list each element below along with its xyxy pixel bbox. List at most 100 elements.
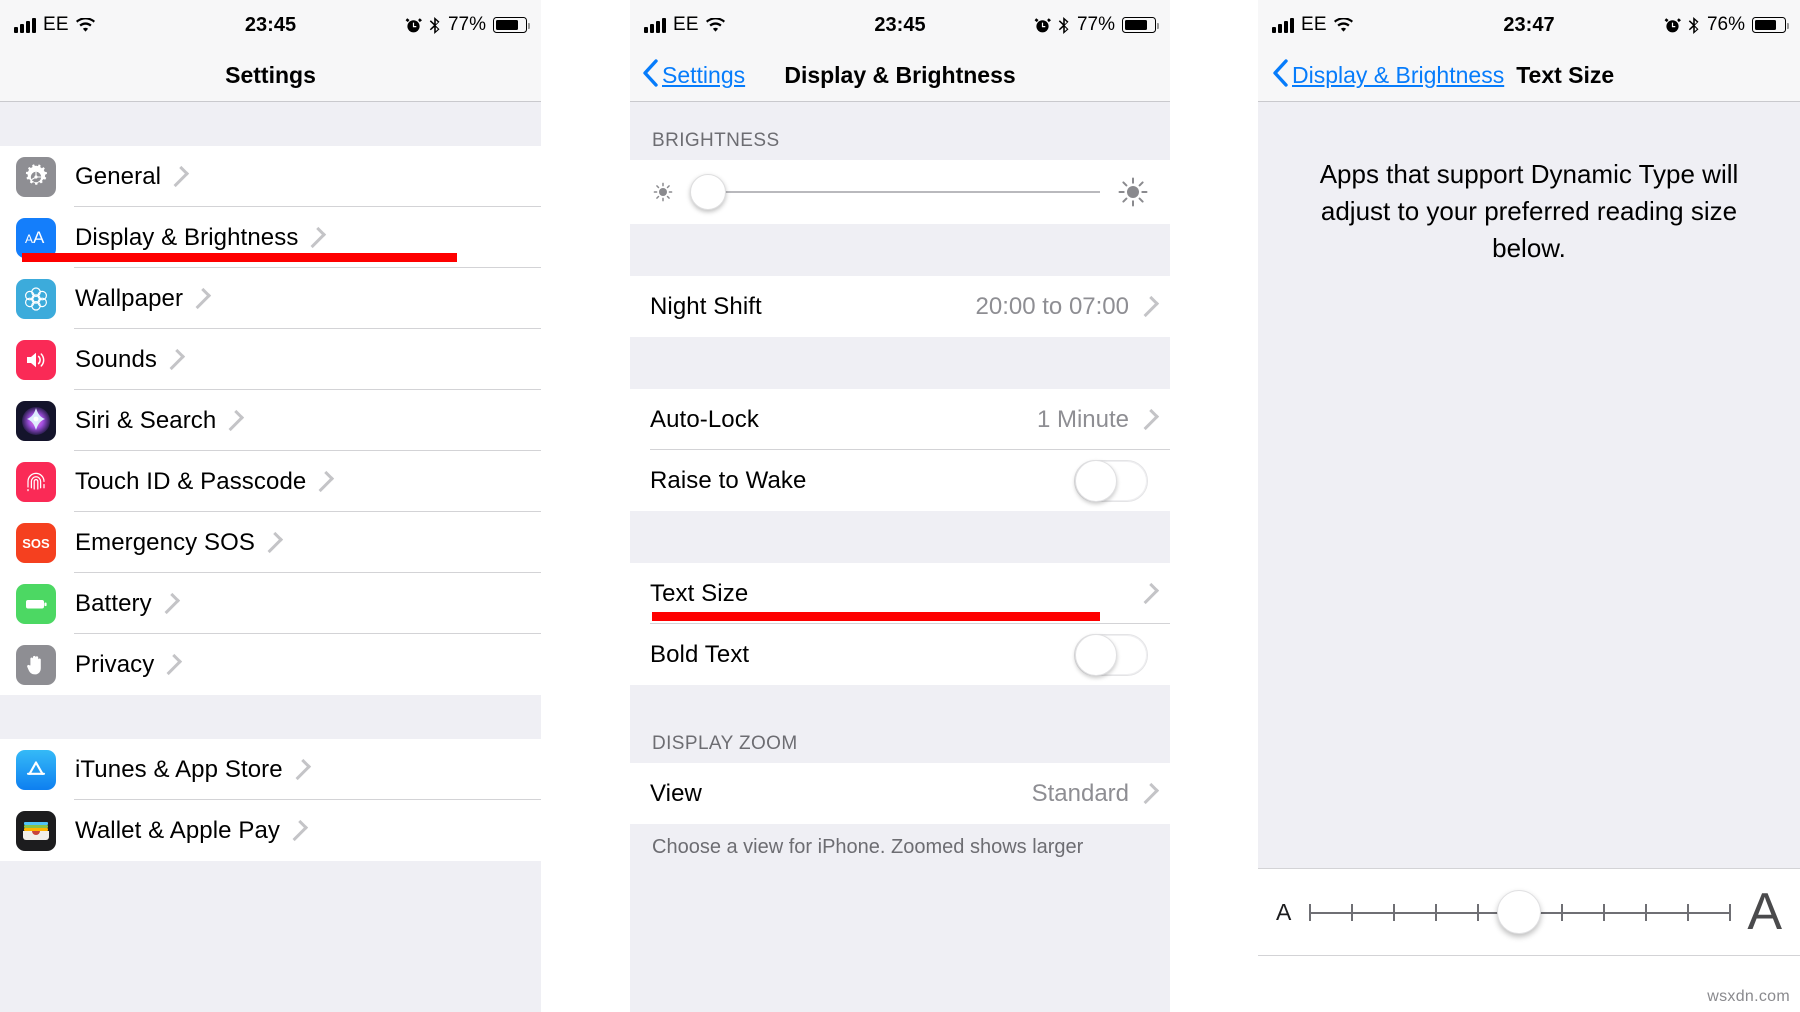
- chevron-right-icon: [286, 819, 309, 842]
- back-button-label: Settings: [662, 62, 746, 88]
- row-label: View: [650, 779, 702, 807]
- row-value: 1 Minute: [1036, 405, 1129, 433]
- carrier-label: EE: [1301, 14, 1327, 35]
- sos-icon: SOS: [16, 522, 56, 563]
- gap-after-raise-to-wake: [630, 511, 1170, 563]
- sidebar-item-siri-search[interactable]: Siri & Search: [0, 390, 541, 451]
- bluetooth-icon: [429, 16, 441, 34]
- iphone-panel-settings: EE 23:45 77% Settings General A A Displa…: [0, 0, 541, 1012]
- highlight-underline-display-brightness: [22, 253, 457, 262]
- text-size-slider-thumb[interactable]: [1497, 890, 1542, 934]
- sun-large-icon: [1116, 175, 1150, 209]
- brightness-group: [630, 160, 1170, 224]
- row-label: Auto-Lock: [650, 405, 759, 433]
- row-view[interactable]: View Standard: [630, 763, 1170, 824]
- display-zoom-footnote-gap: Choose a view for iPhone. Zoomed shows l…: [630, 824, 1170, 884]
- battery-icon: [493, 17, 530, 33]
- row-raise-to-wake[interactable]: Raise to Wake: [630, 450, 1170, 511]
- cellular-signal-icon: [14, 17, 36, 33]
- sidebar-item-battery[interactable]: Battery: [0, 573, 541, 634]
- battery-icon: [1122, 17, 1159, 33]
- sidebar-item-emergency-sos[interactable]: SOS Emergency SOS: [0, 512, 541, 573]
- chevron-left-icon: [1272, 58, 1288, 93]
- sidebar-item-wallet-apple-pay[interactable]: Wallet & Apple Pay: [0, 800, 541, 861]
- sidebar-item-label: Privacy: [75, 650, 155, 678]
- sidebar-item-label: Sounds: [75, 345, 157, 373]
- status-bar: EE 23:45 77%: [630, 0, 1170, 50]
- slider-tick: [1351, 903, 1353, 921]
- iphone-panel-text-size: EE 23:47 76% Display & Brightness Text S…: [1258, 0, 1800, 1012]
- battery-percent-label: 76%: [1706, 14, 1745, 35]
- sidebar-item-touch-id-passcode[interactable]: Touch ID & Passcode: [0, 451, 541, 512]
- sun-small-icon: [650, 179, 676, 205]
- sidebar-item-label: Battery: [75, 589, 152, 617]
- brightness-slider-row[interactable]: [630, 160, 1170, 224]
- large-a-label: A: [1747, 883, 1782, 941]
- page-title: Text Size: [1516, 62, 1615, 88]
- raise-to-wake-toggle[interactable]: [1074, 459, 1148, 502]
- sidebar-item-label: Wallet & Apple Pay: [75, 816, 281, 844]
- nav-inline-group: Display & Brightness Text Size: [1270, 58, 1615, 93]
- slider-tick: [1435, 903, 1437, 921]
- display-settings-list[interactable]: BRIGHTNESS Night Shift 20:00 to 07:00 Au…: [630, 102, 1170, 1012]
- status-bar-left: EE: [644, 14, 725, 36]
- brightness-slider-thumb[interactable]: [690, 174, 727, 210]
- brightness-track[interactable]: [690, 174, 1100, 210]
- wallpaper-icon: [16, 278, 56, 319]
- chevron-right-icon: [163, 348, 186, 371]
- slider-tick: [1561, 903, 1563, 921]
- row-value: 20:00 to 07:00: [975, 292, 1129, 320]
- section-header-display-zoom: DISPLAY ZOOM: [652, 733, 798, 754]
- sidebar-item-label: Siri & Search: [75, 406, 217, 434]
- svg-text:A: A: [25, 232, 33, 246]
- appstore-icon: [16, 749, 56, 790]
- chevron-right-icon: [313, 470, 335, 493]
- row-bold-text[interactable]: Bold Text: [630, 624, 1170, 685]
- sidebar-item-label: Touch ID & Passcode: [75, 467, 307, 495]
- chevron-right-icon: [167, 165, 190, 188]
- text-size-track[interactable]: [1309, 890, 1731, 934]
- wallet-icon: [16, 810, 56, 851]
- sidebar-item-itunes-app-store[interactable]: iTunes & App Store: [0, 739, 541, 800]
- slider-tick: [1309, 903, 1311, 921]
- back-button[interactable]: Display & Brightness: [1272, 58, 1504, 93]
- autolock-group: Auto-Lock 1 Minute Raise to Wake: [630, 389, 1170, 511]
- cellular-signal-icon: [644, 17, 666, 33]
- status-bar-right: 77%: [1034, 14, 1159, 36]
- toggle-knob: [1075, 633, 1117, 676]
- row-auto-lock[interactable]: Auto-Lock 1 Minute: [630, 389, 1170, 450]
- gear-icon: [16, 156, 56, 197]
- chevron-right-icon: [1137, 582, 1160, 605]
- slider-tick: [1603, 903, 1605, 921]
- status-bar-left: EE: [14, 14, 95, 36]
- text-size-slider-group[interactable]: A A: [1258, 868, 1800, 956]
- row-label: Raise to Wake: [650, 466, 807, 494]
- small-a-label: A: [1276, 898, 1292, 925]
- dynamic-type-description: Apps that support Dynamic Type will adju…: [1319, 159, 1739, 263]
- chevron-right-icon: [1137, 408, 1160, 431]
- slider-tick: [1687, 903, 1689, 921]
- row-label: Text Size: [650, 579, 749, 607]
- sidebar-item-privacy[interactable]: Privacy: [0, 634, 541, 695]
- bold-text-toggle[interactable]: [1074, 633, 1148, 676]
- settings-list[interactable]: General AA Display & Brightness Wallpape…: [0, 102, 541, 1012]
- slider-tick: [1477, 903, 1479, 921]
- sidebar-item-sounds[interactable]: Sounds: [0, 329, 541, 390]
- sidebar-item-label: iTunes & App Store: [75, 755, 283, 783]
- back-button[interactable]: Settings: [642, 58, 746, 93]
- row-night-shift[interactable]: Night Shift 20:00 to 07:00: [630, 276, 1170, 337]
- chevron-right-icon: [189, 287, 212, 310]
- sidebar-item-general[interactable]: General: [0, 146, 541, 207]
- night-shift-group: Night Shift 20:00 to 07:00: [630, 276, 1170, 337]
- slider-tick: [1393, 903, 1395, 921]
- slider-tick: [1729, 903, 1731, 921]
- iphone-panel-display-brightness: EE 23:45 77% Settings Display & Brightne…: [630, 0, 1170, 1012]
- row-label: Bold Text: [650, 640, 750, 668]
- status-bar-left: EE: [1272, 14, 1353, 36]
- svg-text:A: A: [33, 228, 45, 247]
- wifi-icon: [1333, 17, 1353, 33]
- sidebar-item-wallpaper[interactable]: Wallpaper: [0, 268, 541, 329]
- list-group-gap: [0, 695, 541, 739]
- wifi-icon: [75, 17, 95, 33]
- battery-percent-label: 77%: [1076, 14, 1115, 35]
